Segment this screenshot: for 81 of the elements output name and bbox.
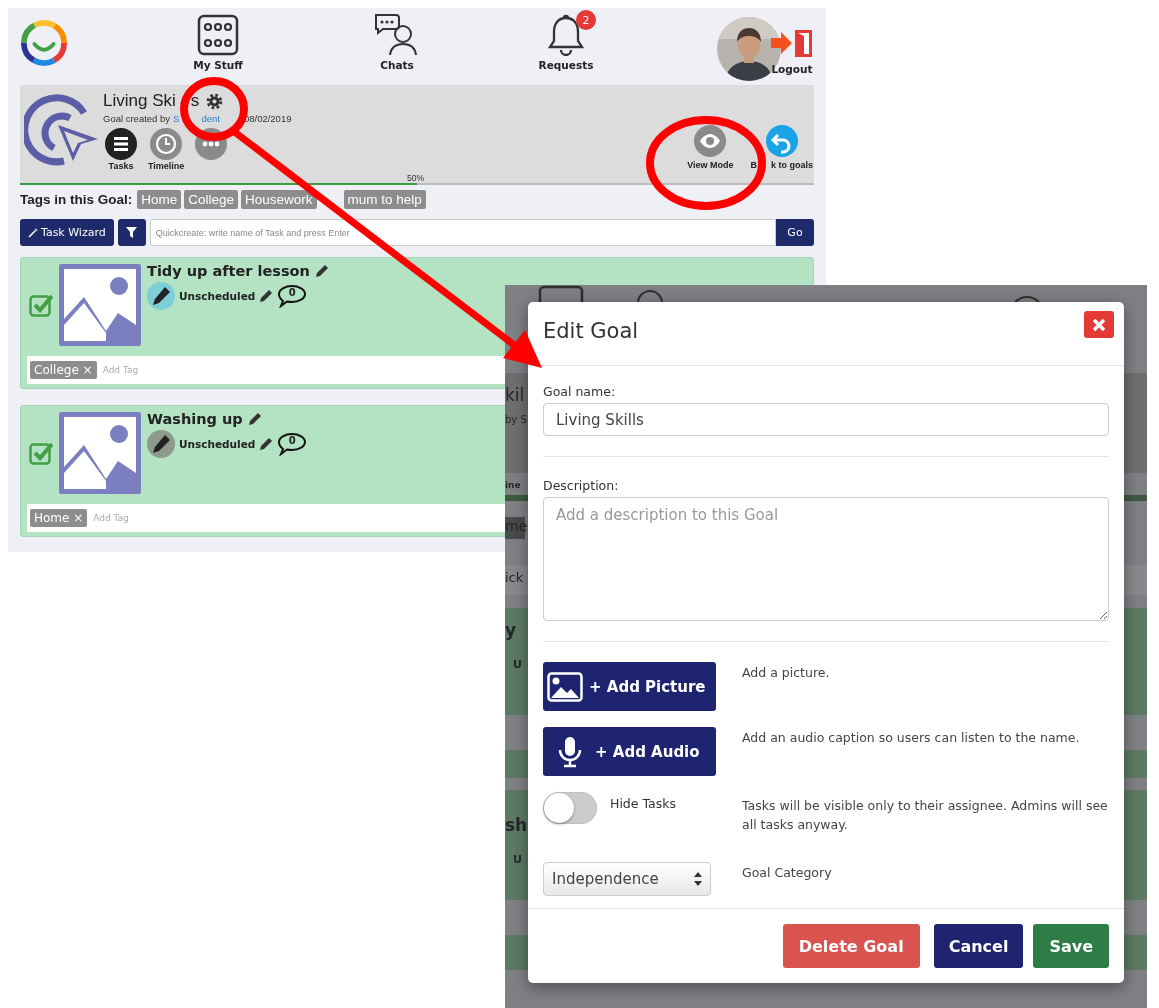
field-label: Description: <box>543 477 620 494</box>
toggle-switch[interactable] <box>543 792 597 824</box>
action-label[interactable]: B <box>750 160 757 170</box>
action-label[interactable]: k to goals <box>771 160 813 170</box>
add-button[interactable]: + Add Audio <box>543 727 716 776</box>
nav-item[interactable]: Chats <box>357 12 437 71</box>
add-tag-field[interactable]: Add Tag <box>102 365 223 375</box>
grid-icon <box>197 14 239 56</box>
nav-item[interactable]: My Stuff <box>178 14 258 71</box>
comment-icon[interactable] <box>277 432 308 456</box>
action-label[interactable]: View Mode <box>687 160 734 170</box>
wand-icon <box>28 227 38 238</box>
comment-icon[interactable] <box>277 284 308 308</box>
image-icon <box>547 671 583 702</box>
tab[interactable]: Timeline <box>148 128 185 171</box>
delete-button[interactable]: Delete Goal <box>782 924 920 968</box>
pencil-icon[interactable] <box>247 412 262 426</box>
schedule-label: Unscheduled <box>179 438 256 450</box>
pencil-icon[interactable] <box>259 437 274 451</box>
task-wizard-button[interactable]: Task Wizard <box>20 219 114 246</box>
checkbox[interactable] <box>29 440 53 465</box>
logout-icon[interactable] <box>771 29 813 57</box>
comment-count: 0 <box>287 435 297 446</box>
add-tag-field[interactable]: Add Tag <box>93 513 214 523</box>
text-fragment: kil <box>505 385 525 406</box>
text-fragment: U <box>513 658 522 672</box>
hint-text: Add an audio caption so users can listen to the name. <box>742 729 1081 747</box>
microphone-icon <box>557 735 583 768</box>
text-fragment: ine <box>505 480 521 491</box>
hint-text: Goal Category <box>742 864 833 882</box>
list-icon <box>105 128 137 160</box>
field-label: Goal name: <box>543 383 617 400</box>
goal-date: 08/02/2019 <box>243 113 292 124</box>
image-icon <box>59 263 141 346</box>
quickcreate-field[interactable]: Quickcreate: write name of Task and press Enter <box>149 219 776 246</box>
goal-title: Living Ski <box>103 91 176 111</box>
goal-meta: Goal created by <box>103 113 171 124</box>
filter-button[interactable] <box>117 219 146 246</box>
save-button[interactable]: Save <box>1033 924 1109 968</box>
undo-icon[interactable] <box>765 125 798 157</box>
schedule-label: Unscheduled <box>179 290 256 302</box>
goal-name-field[interactable]: Living Skills <box>543 403 1109 436</box>
close-button[interactable] <box>1084 311 1114 338</box>
pencil-icon[interactable] <box>314 264 329 278</box>
goal-title: s <box>190 91 200 111</box>
eye-icon[interactable] <box>694 125 727 157</box>
text-fragment: y <box>505 620 517 641</box>
cancel-button[interactable]: Cancel <box>933 924 1024 968</box>
task-title: Tidy up after lesson <box>147 263 310 279</box>
text-fragment: sh <box>505 815 528 836</box>
hint-text: Add a picture. <box>742 664 831 682</box>
app-logo <box>20 18 68 68</box>
close-icon <box>1092 317 1106 332</box>
toggle-label: Hide Tasks <box>610 795 676 811</box>
tags-label: Tags in this Goal: <box>20 192 133 207</box>
text-fragment: by S <box>505 414 527 426</box>
updown-icon <box>694 872 702 886</box>
task-title: Washing up <box>147 411 243 427</box>
text-fragment: U <box>513 853 522 867</box>
progress-label: 50% <box>407 173 424 183</box>
text-fragment: ick <box>505 570 524 586</box>
tab[interactable]: Tasks <box>105 128 137 171</box>
go-button[interactable]: Go <box>776 219 814 246</box>
logout-link[interactable]: Logout <box>771 63 813 75</box>
comment-count: 0 <box>287 287 297 298</box>
image-icon <box>59 411 141 494</box>
text-fragment: me <box>505 518 528 535</box>
more-icon <box>195 128 228 160</box>
category-select[interactable]: Independence <box>543 862 711 896</box>
dialog-title: Edit Goal <box>543 318 639 343</box>
clock-icon <box>150 128 183 160</box>
checkbox[interactable] <box>29 292 53 317</box>
avatar-icon[interactable] <box>147 430 175 458</box>
pencil-icon[interactable] <box>259 289 274 303</box>
notification-badge: 2 <box>576 10 596 30</box>
description-field[interactable]: Add a description to this Goal <box>543 497 1109 621</box>
add-button[interactable]: + Add Picture <box>543 662 716 711</box>
hint-text: Tasks will be visible only to their assignee. Admins will see all tasks anyway. <box>742 797 1109 834</box>
settings-icon[interactable] <box>206 92 224 110</box>
filter-icon <box>126 227 138 238</box>
avatar-icon[interactable] <box>147 282 175 310</box>
